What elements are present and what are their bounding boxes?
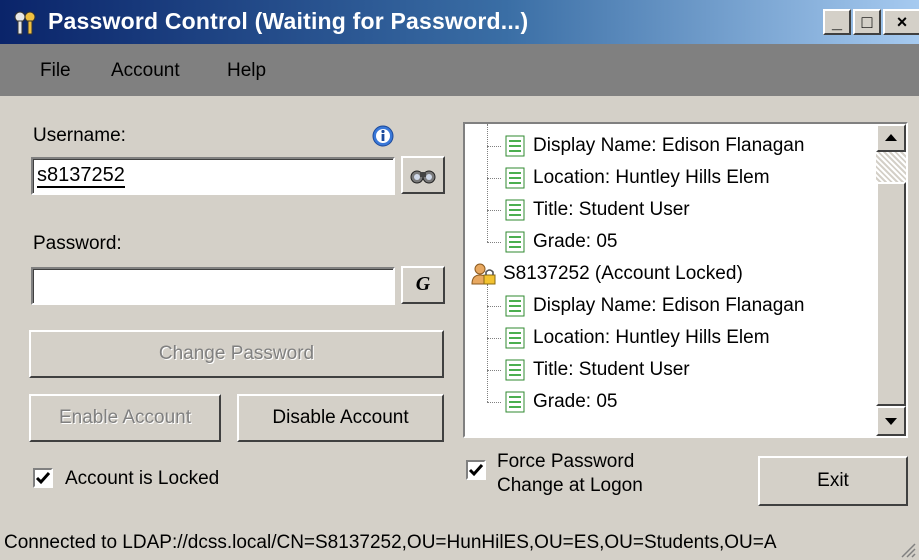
tree-connector — [487, 306, 501, 307]
connection-status: Connected to LDAP://dcss.local/CN=S81372… — [4, 532, 777, 553]
generate-password-button[interactable]: G — [401, 266, 445, 304]
document-icon — [505, 135, 525, 157]
tree-connector — [487, 210, 501, 211]
tree-item[interactable]: Display Name: Edison Flanagan — [505, 130, 804, 162]
force-password-change-checkbox[interactable] — [466, 460, 486, 480]
tree-account-node[interactable]: S8137252 (Account Locked) — [471, 258, 743, 290]
scroll-down-button[interactable] — [876, 406, 906, 436]
account-locked-checkbox[interactable] — [33, 468, 53, 488]
username-input[interactable]: s8137252 — [31, 157, 395, 195]
enable-account-button[interactable]: Enable Account — [29, 394, 221, 442]
resize-grip-icon[interactable] — [898, 540, 916, 558]
account-tree-view[interactable]: Display Name: Edison Flanagan Location: … — [463, 122, 908, 438]
keys-app-icon — [14, 11, 36, 35]
password-input[interactable] — [31, 267, 395, 305]
username-label: Username: — [33, 125, 126, 146]
checkmark-icon — [35, 472, 51, 485]
document-icon — [505, 167, 525, 189]
tree-connector — [487, 402, 501, 403]
scroll-up-button[interactable] — [876, 124, 906, 152]
tree-item[interactable]: Location: Huntley Hills Elem — [505, 322, 770, 354]
tree-item[interactable]: Display Name: Edison Flanagan — [505, 290, 804, 322]
username-value: s8137252 — [37, 164, 125, 188]
force-password-change-label: Force Password Change at Logon — [497, 451, 643, 496]
tree-item[interactable]: Title: Student User — [505, 354, 690, 386]
tree-connector — [487, 338, 501, 339]
document-icon — [505, 199, 525, 221]
lookup-button[interactable] — [401, 156, 445, 194]
window-title: Password Control (Waiting for Password..… — [48, 8, 529, 34]
tree-item[interactable]: Grade: 05 — [505, 226, 618, 258]
tree-connector — [487, 370, 501, 371]
tree-connector — [487, 242, 501, 243]
tree-item[interactable]: Grade: 05 — [505, 386, 618, 418]
status-bar: Connected to LDAP://dcss.local/CN=S81372… — [0, 526, 919, 560]
scroll-thumb[interactable] — [876, 182, 906, 406]
title-bar: Password Control (Waiting for Password..… — [0, 0, 919, 44]
maximize-button[interactable]: □ — [853, 9, 881, 35]
tree-connector — [487, 284, 488, 402]
binoculars-icon — [410, 170, 436, 184]
menu-bar: File Account Help — [0, 44, 919, 96]
tree-item[interactable]: Location: Huntley Hills Elem — [505, 162, 770, 194]
menu-account[interactable]: Account — [111, 60, 180, 82]
arrow-up-icon — [885, 134, 897, 141]
document-icon — [505, 391, 525, 413]
account-locked-label: Account is Locked — [65, 468, 220, 489]
tree-connector — [487, 124, 488, 242]
password-label: Password: — [33, 233, 122, 254]
exit-button[interactable]: Exit — [758, 456, 908, 506]
info-icon[interactable] — [372, 125, 394, 147]
checkmark-icon — [468, 464, 484, 477]
tree-item[interactable]: Title: Student User — [505, 194, 690, 226]
locked-user-icon — [471, 263, 496, 285]
close-button[interactable]: × — [883, 9, 919, 35]
tree-connector — [487, 178, 501, 179]
change-password-button[interactable]: Change Password — [29, 330, 444, 378]
minimize-button[interactable]: _ — [823, 9, 851, 35]
disable-account-button[interactable]: Disable Account — [237, 394, 444, 442]
scroll-track-upper[interactable] — [876, 152, 906, 182]
document-icon — [505, 327, 525, 349]
tree-scrollbar[interactable] — [876, 124, 906, 436]
document-icon — [505, 295, 525, 317]
tree-connector — [487, 146, 501, 147]
menu-file[interactable]: File — [40, 60, 71, 82]
document-icon — [505, 231, 525, 253]
arrow-down-icon — [885, 418, 897, 425]
document-icon — [505, 359, 525, 381]
menu-help[interactable]: Help — [227, 60, 266, 82]
